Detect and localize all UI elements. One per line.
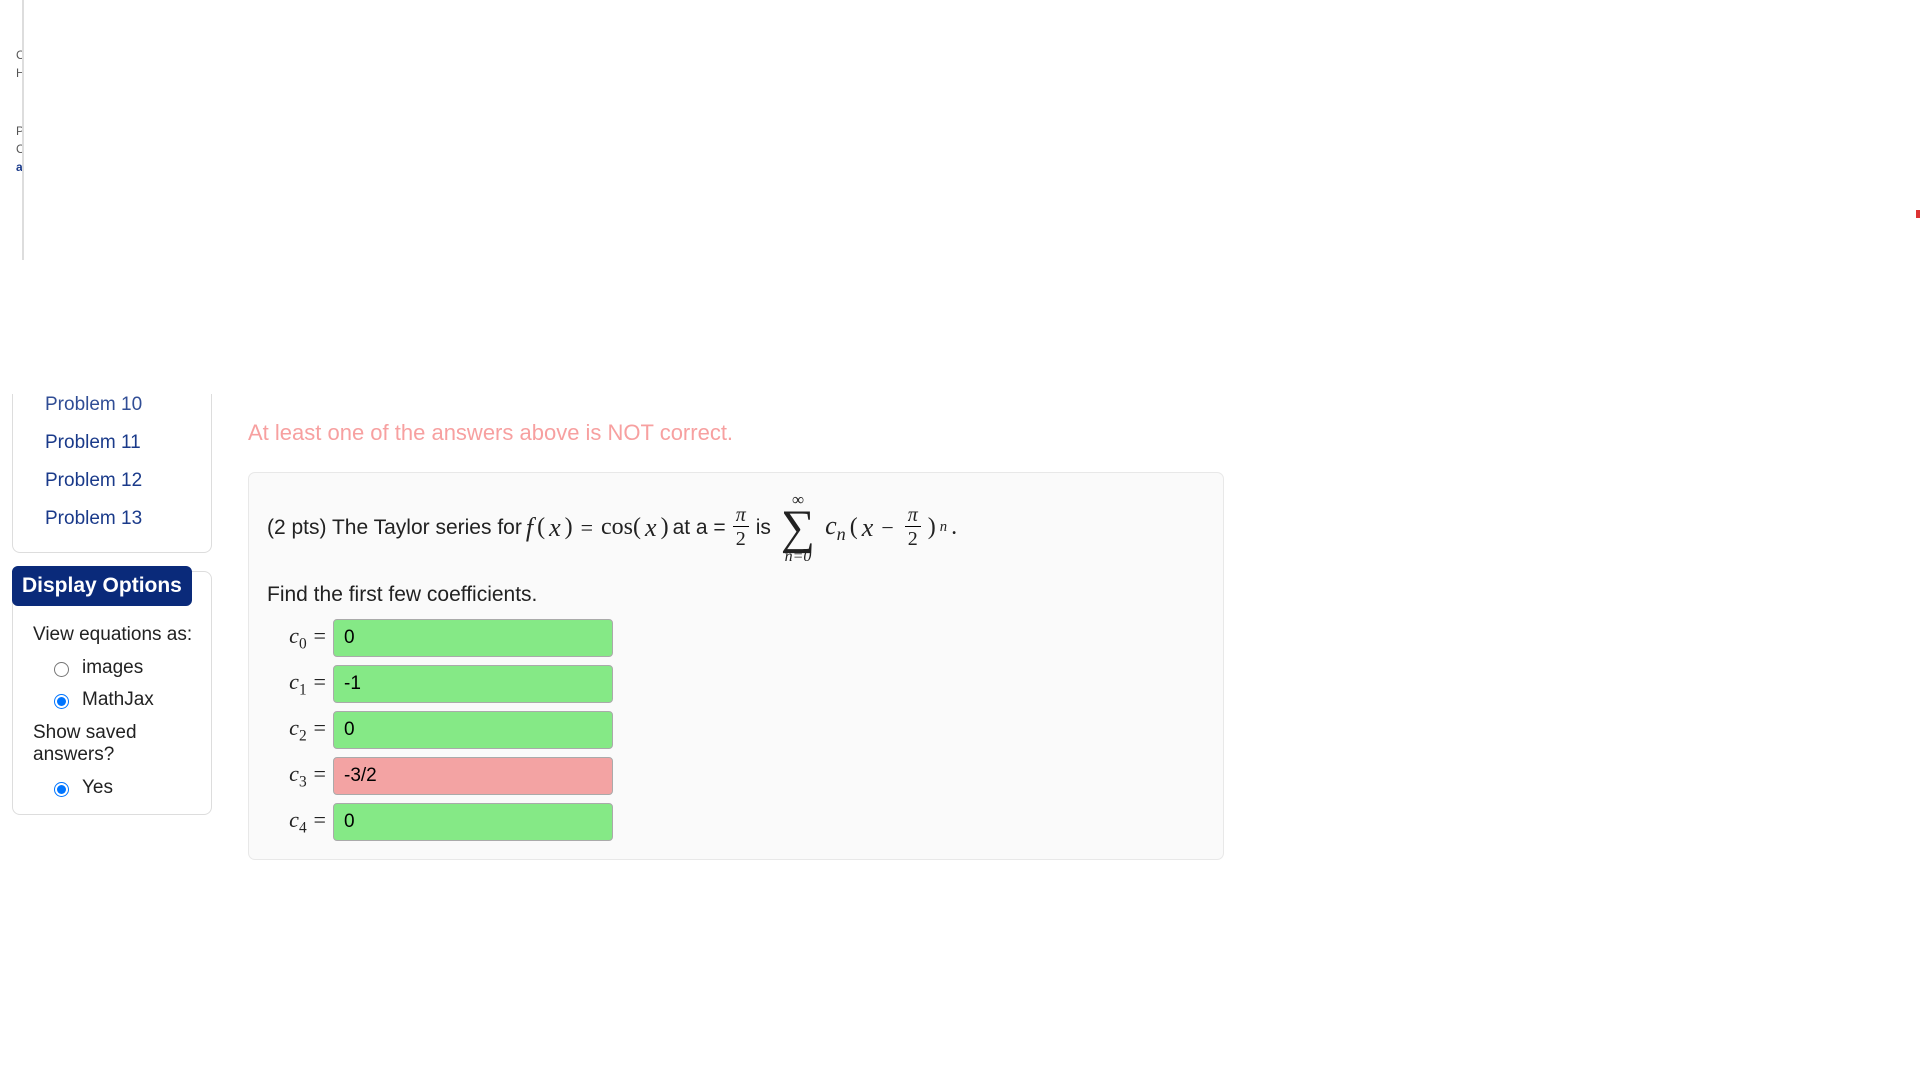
math-x: x bbox=[862, 513, 874, 543]
problem-nav-item[interactable]: Problem 12 bbox=[45, 462, 199, 500]
edge-char: H bbox=[0, 66, 22, 84]
math-pi-over-2: π 2 bbox=[733, 505, 749, 551]
instruction: Find the first few coefficients. bbox=[267, 583, 1205, 607]
problem-nav-item[interactable]: Problem 11 bbox=[45, 424, 199, 462]
edge-char: C bbox=[0, 142, 22, 160]
problem-statement: (2 pts) The Taylor series for f(x) = cos… bbox=[267, 491, 1205, 565]
math-x: x bbox=[549, 513, 561, 543]
math-paren: ) bbox=[928, 514, 936, 541]
error-message: At least one of the answers above is NOT… bbox=[248, 420, 1248, 446]
saved-yes-radio[interactable] bbox=[54, 782, 69, 797]
math-paren: ( bbox=[850, 514, 858, 541]
left-edge-fragment: C H P C a bbox=[0, 0, 24, 260]
math-sum: ∞ ∑ n=0 bbox=[781, 491, 815, 565]
is-text: is bbox=[756, 516, 771, 540]
math-minus: − bbox=[877, 515, 897, 541]
problem-nav-list: Problem 10 Problem 11 Problem 12 Problem… bbox=[12, 394, 212, 553]
pts-text: (2 pts) The Taylor series for bbox=[267, 516, 522, 540]
math-period: . bbox=[951, 514, 957, 541]
coeff-label: c2 = bbox=[267, 715, 333, 745]
coeff-input-c2[interactable] bbox=[333, 711, 613, 749]
saved-yes-label: Yes bbox=[82, 777, 113, 799]
sidebar: Problem 10 Problem 11 Problem 12 Problem… bbox=[12, 394, 212, 815]
coeff-input-c0[interactable] bbox=[333, 619, 613, 657]
problem-nav-item[interactable]: Problem 13 bbox=[45, 500, 199, 538]
math-paren: ) bbox=[661, 514, 669, 541]
view-images-radio[interactable] bbox=[54, 662, 69, 677]
math-cos: cos( bbox=[601, 514, 641, 541]
math-cn: cn bbox=[825, 511, 846, 545]
coeff-row: c4 = bbox=[267, 803, 1205, 841]
coeff-row: c1 = bbox=[267, 665, 1205, 703]
at-a-text: at a = bbox=[673, 516, 726, 540]
show-saved-label: Show saved answers? bbox=[33, 716, 201, 772]
coeff-input-c1[interactable] bbox=[333, 665, 613, 703]
math-paren: ( bbox=[537, 514, 545, 541]
coeff-label: c0 = bbox=[267, 623, 333, 653]
coeff-input-c4[interactable] bbox=[333, 803, 613, 841]
coeff-row: c0 = bbox=[267, 619, 1205, 657]
problem-nav-item[interactable]: Problem 10 bbox=[45, 386, 199, 424]
edge-char: P bbox=[0, 124, 22, 142]
edge-char: C bbox=[0, 48, 22, 66]
problem-box: (2 pts) The Taylor series for f(x) = cos… bbox=[248, 472, 1224, 860]
coeff-label: c4 = bbox=[267, 807, 333, 837]
display-options-panel: Display Options View equations as: image… bbox=[12, 571, 212, 815]
right-accent-marker bbox=[1916, 210, 1920, 218]
math-pi-over-2: π 2 bbox=[905, 505, 921, 551]
view-images-label: images bbox=[82, 657, 143, 679]
view-mathjax-radio[interactable] bbox=[54, 694, 69, 709]
view-equations-label: View equations as: bbox=[33, 618, 201, 652]
math-x: x bbox=[645, 513, 657, 543]
view-mathjax-label: MathJax bbox=[82, 689, 154, 711]
display-options-header: Display Options bbox=[12, 566, 192, 606]
math-exp-n: n bbox=[940, 519, 947, 536]
math-f: f bbox=[526, 513, 533, 543]
math-paren: ) bbox=[565, 514, 573, 541]
coeff-label: c1 = bbox=[267, 669, 333, 699]
math-eq: = bbox=[577, 515, 597, 541]
coeff-input-c3[interactable] bbox=[333, 757, 613, 795]
edge-char: a bbox=[0, 160, 22, 178]
coeff-row: c2 = bbox=[267, 711, 1205, 749]
coeff-row: c3 = bbox=[267, 757, 1205, 795]
coeff-label: c3 = bbox=[267, 761, 333, 791]
main-content: At least one of the answers above is NOT… bbox=[248, 420, 1248, 860]
